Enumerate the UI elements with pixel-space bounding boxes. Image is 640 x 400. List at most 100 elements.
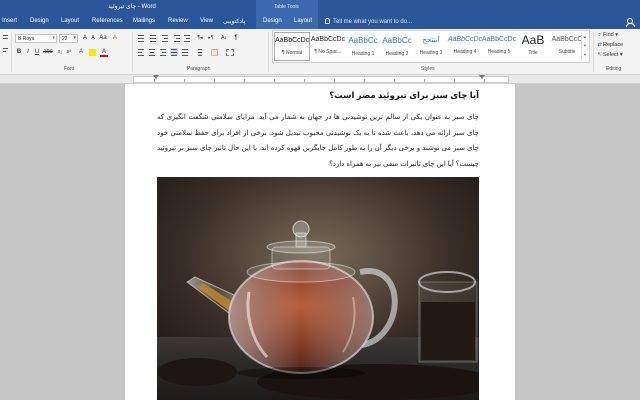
distributed-icon[interactable] [181,48,189,56]
select-button[interactable]: ↖Select ▾ [596,52,623,62]
style-name: ¶ No Spac... [314,49,342,55]
replace-icon: ⇄ [597,42,602,48]
ruler-tick [154,79,155,82]
style-heading-3[interactable]: آبتثجح Heading 3 [413,32,449,61]
show-formatting-marks-icon[interactable]: ¶ [232,34,240,43]
shrink-font-icon[interactable]: A [89,34,97,43]
style-title[interactable]: AaB Title [515,32,551,61]
style-heading-1[interactable]: AaBbCc Heading 1 [345,32,381,61]
scroll-down-icon[interactable]: ▼ [582,41,588,50]
title-bar: چای تیروئید - Word Table Tools [0,0,640,15]
left-indent-marker[interactable] [153,75,159,79]
find-button[interactable]: ⌕ Find ▾ [596,32,623,42]
style-heading-2[interactable]: AaBbCc Heading 2 [379,32,415,61]
tell-me-box[interactable]: Tell me what you want to do... [325,18,412,25]
style-sample: آبتثجح [422,37,440,44]
document-paragraph[interactable]: چای سبز به عنوان یکی از سالم ترین نوشیدن… [157,110,479,173]
document-page[interactable]: آیا چای سبز برای تیروئید مضر است؟ چای سب… [125,84,515,400]
style-name: Subtitle [558,49,576,55]
teapot-photo[interactable] [157,177,479,400]
right-indent-marker[interactable] [479,75,485,79]
jar-tea-leaves [421,302,475,360]
tab-mailings[interactable]: Mailings [133,18,155,24]
bold-icon[interactable]: B [15,48,23,57]
ruler-tick [424,79,425,82]
style-sample: AaBbCcDc [275,37,309,44]
underline-icon[interactable]: U [33,48,41,57]
font-name-combo[interactable]: B Roya [15,34,57,43]
tab-design[interactable]: Design [30,18,49,24]
change-case-icon[interactable]: Aa [99,34,107,43]
horizontal-ruler[interactable] [0,75,640,84]
style-normal[interactable]: AaBbCcDc ¶ Normal [274,32,310,61]
tab-table-layout[interactable]: Layout [294,18,312,24]
more-styles-icon[interactable]: ▾ [582,50,588,59]
magnifier-icon: ⌕ [597,32,602,38]
ruler-tick [454,79,455,82]
style-heading-4[interactable]: AaBbCcDc Heading 4 [447,32,483,61]
clear-formatting-icon[interactable]: A [111,34,119,43]
style-subtitle[interactable]: AaBbCcC Subtitle [549,32,585,61]
gallery-scroll[interactable]: ▲ ▼ ▾ [581,32,588,61]
teapot-shadow [237,367,365,379]
multilevel-list-icon[interactable] [161,34,169,42]
align-center-icon[interactable] [148,48,156,56]
tab-insert[interactable]: Insert [2,18,17,24]
decrease-indent-icon[interactable] [173,34,181,42]
share-person-icon[interactable] [626,18,636,27]
select-label: Select [603,52,619,58]
ltr-direction-icon[interactable]: ▸¶ [207,34,215,43]
borders-icon[interactable] [226,49,234,56]
ruler-tick [334,79,335,82]
tab-layout[interactable]: Layout [61,18,79,24]
line-spacing-icon[interactable] [195,48,203,56]
style-heading-5[interactable]: AaBbCcDc Heading 5 [481,32,517,61]
ruler-tick [214,79,215,82]
tab-table-design[interactable]: Design [263,18,282,24]
replace-button[interactable]: ⇄Replace [596,42,623,52]
subscript-icon[interactable]: x₂ [56,48,64,57]
leaf-pile-left [157,358,237,386]
shading-icon[interactable] [211,49,218,56]
font-color-icon[interactable]: A [100,48,108,57]
grow-font-icon[interactable]: A [81,34,89,43]
bullets-icon[interactable] [137,34,145,42]
numbering-icon[interactable] [149,34,157,42]
tab-persian-plugin[interactable]: پادکتویبی [223,18,245,25]
align-left-icon[interactable] [137,48,145,56]
style-name: Heading 1 [351,51,375,57]
font-size-combo[interactable]: 22 [59,34,78,43]
styles-gallery: AaBbCcDc ¶ Normal AaBbCcDc ¶ No Spac... … [272,30,590,63]
text-effects-icon[interactable]: A [77,48,85,57]
style-no-spacing[interactable]: AaBbCcDc ¶ No Spac... [310,32,346,61]
rtl-direction-icon[interactable]: ¶◂ [196,34,204,43]
style-sample: AaBbCcDc [310,36,346,43]
sort-icon[interactable]: A↓ [220,34,228,43]
ruler-tick [244,79,245,82]
clipboard-copy-icon[interactable] [2,34,10,42]
style-sample: AaBbCcDc [481,36,517,43]
strikethrough-icon[interactable]: abc [43,48,53,57]
highlight-color-icon[interactable] [89,49,96,56]
style-name: Heading 2 [385,51,409,57]
teapot-illustration [157,177,479,400]
italic-icon[interactable]: I [24,48,32,57]
document-heading[interactable]: آیا چای سبز برای تیروئید مضر است؟ [157,90,479,101]
table-tools-group-header: Table Tools [256,0,318,15]
scroll-up-icon[interactable]: ▲ [582,32,588,41]
tab-review[interactable]: Review [168,18,188,24]
style-sample: AaB [521,33,545,47]
tab-references[interactable]: References [92,18,123,24]
align-right-icon[interactable] [159,48,167,56]
ribbon-tab-row: Insert Design Layout References Mailings… [0,15,640,29]
superscript-icon[interactable]: x² [65,48,73,57]
style-sample: AaBbCc [348,36,378,45]
tab-view[interactable]: View [200,18,213,24]
window-title: چای تیروئید - Word [108,4,156,10]
format-painter-icon[interactable] [2,46,10,54]
ruler-tick [484,79,485,82]
justify-icon[interactable] [170,48,178,56]
font-group-label: Font [64,66,75,72]
table-tools-label: Table Tools [274,4,299,10]
increase-indent-icon[interactable] [183,34,191,42]
